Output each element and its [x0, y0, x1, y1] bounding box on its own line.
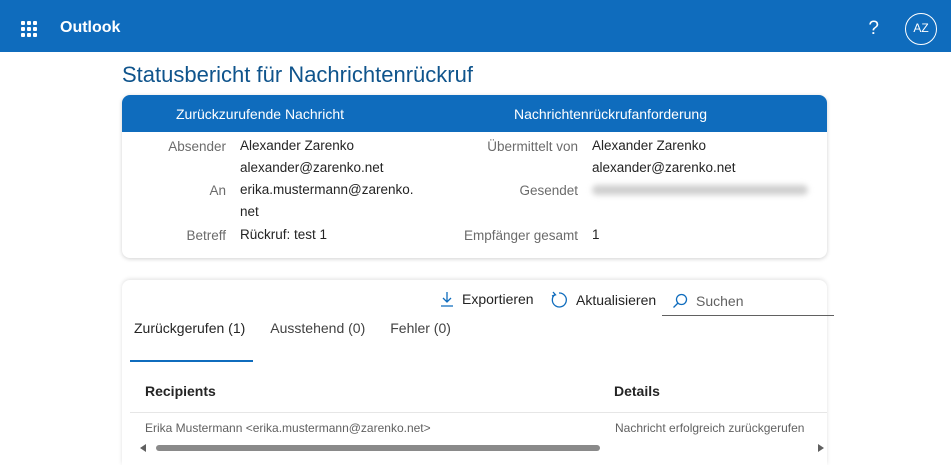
search-icon: [673, 293, 688, 308]
card-header-request: Nachrichtenrückrufanforderung: [514, 106, 707, 122]
submitted-by-name: Alexander Zarenko: [592, 138, 707, 153]
refresh-button[interactable]: Aktualisieren: [550, 291, 656, 309]
top-bar-inner: Outlook ? AZ: [6, 6, 945, 52]
app-name[interactable]: Outlook: [60, 19, 120, 37]
column-header-details[interactable]: Details: [614, 383, 660, 399]
tab-failed[interactable]: Fehler (0): [386, 318, 455, 350]
to-value-line1: erika.mustermann@zarenko.: [240, 182, 414, 197]
to-label: An: [209, 183, 226, 198]
recall-results-panel: Exportieren Aktualisieren Zurückgerufen …: [122, 280, 834, 465]
scroll-right-icon[interactable]: [818, 444, 824, 452]
export-label: Exportieren: [462, 291, 534, 307]
refresh-label: Aktualisieren: [576, 292, 657, 308]
app-launcher-icon[interactable]: [21, 21, 37, 37]
refresh-icon: [551, 291, 567, 308]
horizontal-scrollbar[interactable]: [134, 442, 824, 454]
recipient-cell: Erika Mustermann <erika.mustermann@zaren…: [145, 421, 431, 435]
scrollbar-thumb[interactable]: [156, 445, 600, 451]
download-icon: [441, 292, 453, 307]
avatar[interactable]: AZ: [905, 13, 937, 45]
column-header-recipients[interactable]: Recipients: [145, 383, 216, 399]
scroll-left-icon[interactable]: [140, 444, 146, 452]
subject-value: Rückruf: test 1: [240, 227, 328, 242]
message-summary-card: Zurückzurufende Nachricht Nachrichtenrüc…: [122, 95, 827, 258]
export-button[interactable]: Exportieren: [440, 291, 534, 307]
sent-value-redacted: [592, 179, 808, 202]
tab-pending[interactable]: Ausstehend (0): [266, 318, 369, 350]
card-header-message: Zurückzurufende Nachricht: [176, 106, 345, 122]
submitted-by-label: Übermittelt von: [487, 139, 578, 154]
sender-label: Absender: [168, 139, 226, 154]
page-title: Statusbericht für Nachrichtenrückruf: [122, 62, 473, 87]
search-input[interactable]: [696, 292, 826, 309]
submitted-by-email: alexander@zarenko.net: [592, 160, 736, 175]
help-icon[interactable]: ?: [868, 18, 879, 40]
table-divider: [130, 412, 827, 413]
search-box[interactable]: [662, 286, 834, 316]
total-recipients-label: Empfänger gesamt: [463, 228, 578, 243]
status-tabs: Zurückgerufen (1) Ausstehend (0) Fehler …: [130, 318, 472, 362]
main-content: Statusbericht für Nachrichtenrückruf Zur…: [0, 52, 951, 465]
top-bar: Outlook ? AZ: [0, 0, 951, 52]
sender-email: alexander@zarenko.net: [240, 160, 384, 175]
total-recipients-value: 1: [592, 227, 600, 242]
to-value-line2: net: [240, 204, 259, 219]
card-header: Zurückzurufende Nachricht Nachrichtenrüc…: [122, 95, 827, 132]
tab-recalled[interactable]: Zurückgerufen (1): [130, 318, 254, 362]
sent-label: Gesendet: [519, 183, 578, 198]
details-cell: Nachricht erfolgreich zurückgerufen: [615, 421, 805, 435]
sender-name: Alexander Zarenko: [240, 138, 355, 153]
subject-label: Betreff: [186, 228, 226, 243]
